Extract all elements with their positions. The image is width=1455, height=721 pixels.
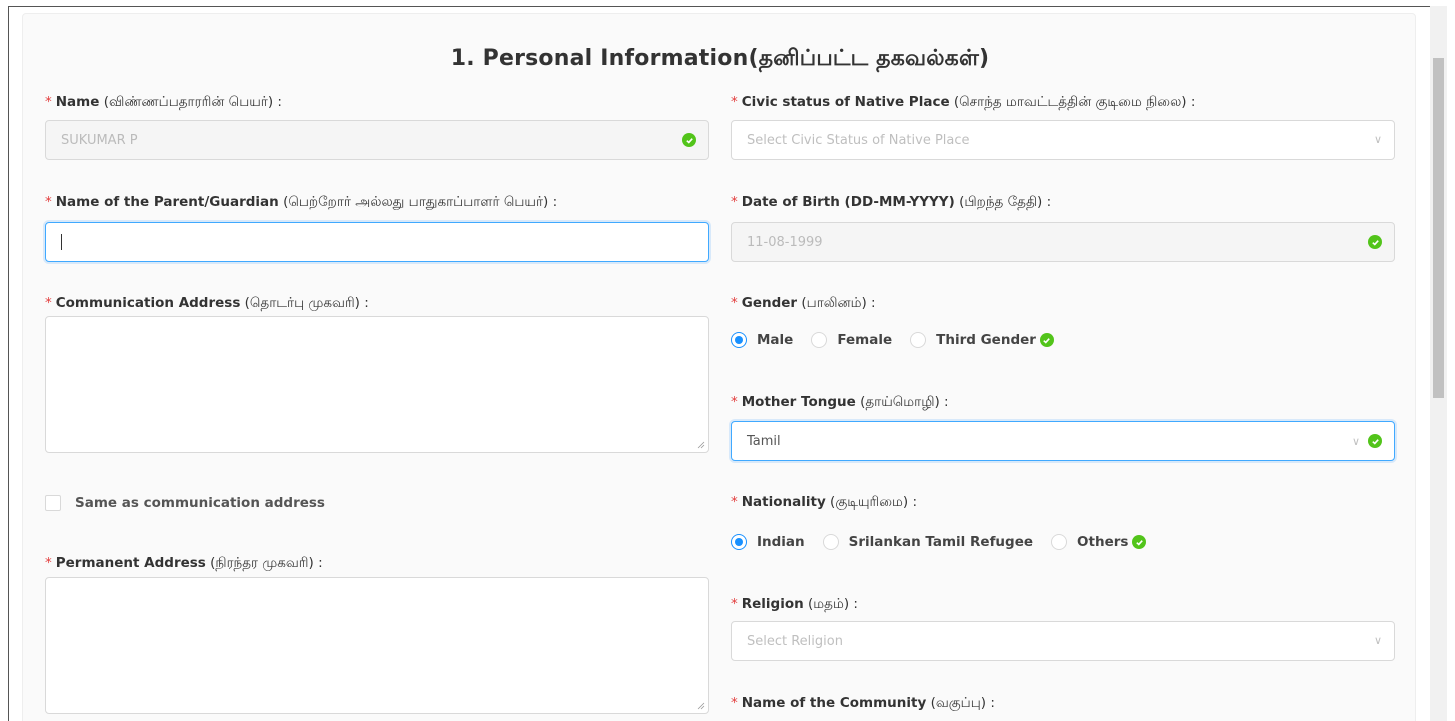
religion-select[interactable]: Select Religion ∨ xyxy=(731,621,1395,661)
radio-button[interactable] xyxy=(1051,534,1068,550)
same-as-checkbox[interactable] xyxy=(45,495,61,511)
gender-option-female[interactable]: Female xyxy=(811,332,892,348)
comm-address-label: * Communication Address (தொடர்பு முகவரி) … xyxy=(45,295,369,311)
gender-label: * Gender (பாலினம்) : xyxy=(731,295,876,311)
resize-handle-icon[interactable] xyxy=(697,702,705,710)
name-label: * Name (விண்ணப்பதாரரின் பெயர்) : xyxy=(45,94,282,110)
nationality-option-indian[interactable]: Indian xyxy=(731,534,805,550)
perm-address-label: * Permanent Address (நிரந்தர முகவரி) : xyxy=(45,555,323,571)
mother-tongue-value: Tamil xyxy=(747,433,781,449)
section-title: 1. Personal Information(தனிப்பட்ட தகவல்க… xyxy=(450,46,990,71)
radio-button[interactable] xyxy=(910,332,927,348)
dob-value: 11-08-1999 xyxy=(747,234,823,250)
chevron-down-icon: ∨ xyxy=(1351,434,1360,448)
radio-button[interactable] xyxy=(811,332,828,348)
perm-address-textarea[interactable] xyxy=(45,577,709,714)
community-label: * Name of the Community (வகுப்பு) : xyxy=(731,695,995,711)
radio-button[interactable] xyxy=(822,534,839,550)
mother-tongue-label: * Mother Tongue (தாய்மொழி) : xyxy=(731,394,949,410)
nationality-option-others[interactable]: Others xyxy=(1051,534,1128,550)
check-circle-icon xyxy=(1039,333,1054,347)
required-marker: * xyxy=(45,94,52,110)
comm-address-textarea[interactable] xyxy=(45,316,709,453)
text-cursor xyxy=(61,234,62,250)
check-circle-icon xyxy=(1132,535,1147,549)
scrollbar-thumb[interactable] xyxy=(1433,58,1444,398)
radio-button[interactable] xyxy=(731,332,747,348)
radio-button[interactable] xyxy=(731,534,747,550)
nationality-label: * Nationality (குடியுரிமை) : xyxy=(731,494,918,510)
dob-field[interactable]: 11-08-1999 xyxy=(731,222,1395,262)
civic-status-select[interactable]: Select Civic Status of Native Place ∨ xyxy=(731,120,1395,160)
check-circle-icon xyxy=(1368,235,1382,249)
personal-info-card: 1. Personal Information(தனிப்பட்ட தகவல்க… xyxy=(22,13,1416,721)
name-field[interactable]: SUKUMAR P xyxy=(45,120,709,160)
nationality-option-srilankan[interactable]: Srilankan Tamil Refugee xyxy=(822,534,1033,550)
gender-radio-group: Male Female Third Gender xyxy=(731,332,1054,348)
nationality-radio-group: Indian Srilankan Tamil Refugee Others xyxy=(731,534,1147,550)
mother-tongue-select[interactable]: Tamil ∨ xyxy=(731,421,1395,461)
civic-status-placeholder: Select Civic Status of Native Place xyxy=(747,132,970,148)
check-circle-icon xyxy=(682,133,696,147)
name-value: SUKUMAR P xyxy=(61,132,138,148)
parent-name-input[interactable] xyxy=(45,222,709,262)
gender-option-third[interactable]: Third Gender xyxy=(910,332,1036,348)
dob-label: * Date of Birth (DD-MM-YYYY) (பிறந்த தேதி… xyxy=(731,194,1052,210)
religion-label: * Religion (மதம்) : xyxy=(731,596,858,612)
chevron-down-icon: ∨ xyxy=(1373,133,1382,146)
civic-status-label: * Civic status of Native Place (சொந்த மாவ… xyxy=(731,94,1196,110)
religion-placeholder: Select Religion xyxy=(747,633,843,649)
resize-handle-icon[interactable] xyxy=(697,441,705,449)
parent-label: * Name of the Parent/Guardian (பெற்றோர் அ… xyxy=(45,194,558,210)
chevron-down-icon: ∨ xyxy=(1373,634,1382,647)
same-as-comm-address[interactable]: Same as communication address xyxy=(45,495,325,511)
check-circle-icon xyxy=(1368,434,1382,448)
gender-option-male[interactable]: Male xyxy=(731,332,793,348)
